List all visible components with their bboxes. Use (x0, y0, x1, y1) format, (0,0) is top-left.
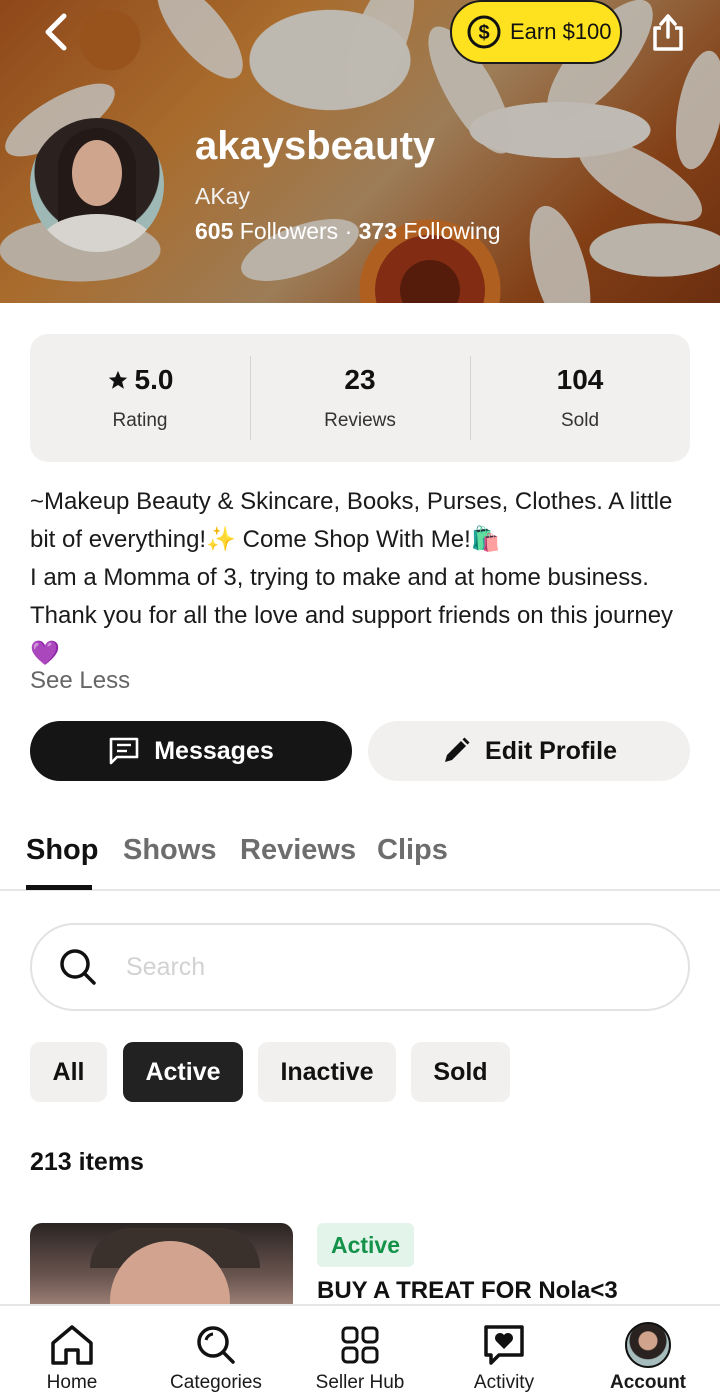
seller-stats-card: 5.0 Rating 23 Reviews 104 Sold (30, 334, 690, 462)
dollar-coin-icon: $ (467, 15, 501, 49)
home-icon (51, 1325, 93, 1365)
svg-text:$: $ (478, 22, 489, 44)
nav-categories-label: Categories (170, 1372, 262, 1393)
following-count: 373 (358, 218, 398, 244)
nav-seller-hub-label: Seller Hub (315, 1372, 405, 1393)
reviews-value: 23 (344, 364, 376, 395)
filter-inactive[interactable]: Inactive (258, 1042, 396, 1102)
see-less-link[interactable]: See Less (30, 667, 130, 695)
items-count: 213 items (30, 1148, 144, 1176)
categories-search-icon (197, 1326, 235, 1364)
profile-tabs: Shop Shows Reviews Clips (0, 826, 720, 891)
back-button[interactable] (34, 10, 78, 54)
star-icon (108, 370, 127, 389)
profile-display-name: AKay (195, 183, 250, 209)
stat-rating[interactable]: 5.0 Rating (30, 334, 250, 462)
status-badge: Active (317, 1223, 414, 1267)
edit-profile-label: Edit Profile (485, 736, 617, 765)
tab-shows[interactable]: Shows (123, 834, 216, 867)
grid-icon (341, 1326, 379, 1364)
followers-link[interactable]: 605 Followers (195, 218, 338, 244)
bottom-navigation: Home Categories Seller Hub Activity Acco… (0, 1304, 720, 1396)
tab-reviews[interactable]: Reviews (240, 834, 356, 867)
chevron-left-icon (45, 13, 67, 51)
edit-profile-button[interactable]: Edit Profile (368, 721, 690, 781)
message-icon (109, 737, 139, 765)
rating-label: Rating (112, 410, 168, 431)
active-tab-indicator (26, 885, 92, 890)
followers-label: Followers (239, 218, 339, 244)
nav-categories[interactable]: Categories (146, 1306, 286, 1396)
nav-activity[interactable]: Activity (434, 1306, 574, 1396)
stat-sold[interactable]: 104 Sold (470, 334, 690, 462)
shop-search-bar[interactable] (30, 923, 690, 1011)
followers-count: 605 (195, 218, 234, 244)
earn-label: Earn $100 (510, 19, 612, 44)
filter-sold[interactable]: Sold (411, 1042, 510, 1102)
sold-label: Sold (560, 410, 600, 431)
following-link[interactable]: 373 Following (359, 218, 501, 244)
nav-account[interactable]: Account (578, 1306, 718, 1396)
messages-label: Messages (154, 736, 274, 765)
share-button[interactable] (646, 8, 690, 56)
activity-heart-icon (484, 1325, 524, 1365)
listing-thumbnail[interactable] (30, 1223, 293, 1313)
account-avatar (625, 1322, 671, 1368)
following-label: Following (403, 218, 501, 244)
listing-title[interactable]: BUY A TREAT FOR Nola<3 (317, 1277, 618, 1305)
earn-referral-button[interactable]: $ Earn $100 (450, 0, 622, 64)
rating-value: 5.0 (134, 364, 174, 395)
search-icon (60, 949, 96, 985)
profile-username: akaysbeauty (195, 124, 436, 168)
share-icon (653, 14, 683, 51)
search-input[interactable] (126, 952, 606, 982)
nav-seller-hub[interactable]: Seller Hub (290, 1306, 430, 1396)
messages-button[interactable]: Messages (30, 721, 352, 781)
follow-separator: · (344, 218, 353, 244)
follow-stats: 605 Followers · 373 Following (195, 218, 501, 245)
filter-all[interactable]: All (30, 1042, 107, 1102)
pencil-icon (445, 737, 470, 762)
profile-avatar[interactable] (30, 118, 164, 252)
stat-reviews[interactable]: 23 Reviews (250, 334, 470, 462)
tab-shop[interactable]: Shop (26, 834, 99, 867)
sold-value: 104 (556, 364, 604, 395)
nav-activity-label: Activity (473, 1372, 535, 1393)
tab-clips[interactable]: Clips (377, 834, 448, 867)
nav-home[interactable]: Home (2, 1306, 142, 1396)
filter-active[interactable]: Active (123, 1042, 243, 1102)
profile-bio: ~Makeup Beauty & Skincare, Books, Purses… (30, 488, 674, 667)
reviews-label: Reviews (324, 410, 396, 431)
nav-home-label: Home (46, 1372, 98, 1393)
nav-account-label: Account (610, 1372, 686, 1393)
